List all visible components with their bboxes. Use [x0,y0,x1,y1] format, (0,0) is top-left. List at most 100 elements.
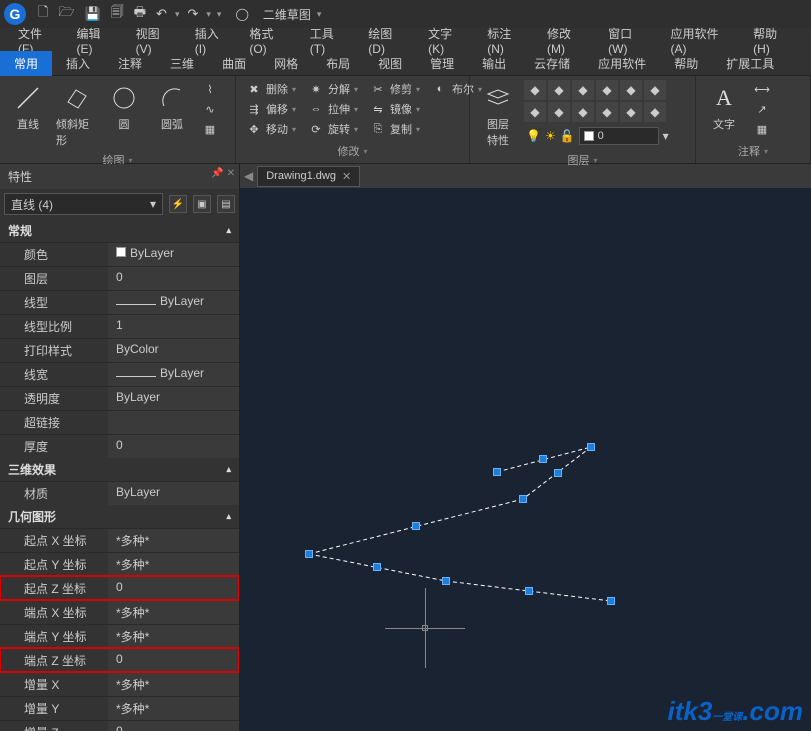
layer-state-1[interactable]: ◆ [524,80,546,100]
grip[interactable] [587,443,595,451]
ribbon-tab-12[interactable]: 帮助 [660,51,712,76]
redo-icon[interactable]: ↷ [185,6,200,22]
modify-旋转[interactable]: ⟳旋转 ▾ [304,120,362,138]
section-三维效果[interactable]: 三维效果▴ [0,458,239,481]
layer-state-10[interactable]: ◆ [596,102,618,122]
table-button[interactable]: ▦ [750,120,774,138]
document-tab[interactable]: Drawing1.dwg ✕ [257,166,360,187]
undo-arrow[interactable]: ▾ [175,9,180,20]
modify-expand-icon[interactable]: ▾ [363,147,367,156]
layer-combo-arrow[interactable]: ▾ [663,129,669,143]
modify-拉伸[interactable]: ⇔拉伸 ▾ [304,100,362,118]
prop-透明度[interactable]: 透明度ByLayer [0,386,239,410]
save-icon[interactable]: 💾 [83,6,103,22]
grip[interactable] [539,455,547,463]
spline-button[interactable]: ∿ [198,100,222,118]
modify-镜像[interactable]: ⇋镜像 ▾ [366,100,424,118]
drawing-canvas[interactable]: itk3一堂课.com [240,188,811,731]
prop-图层[interactable]: 图层0 [0,266,239,290]
text-button[interactable]: A 文字 [702,80,746,134]
prop-增量 X[interactable]: 增量 X*多种* [0,672,239,696]
ribbon-tab-13[interactable]: 扩展工具 [712,51,788,76]
circle-button[interactable]: 圆 [102,80,146,134]
layer-state-11[interactable]: ◆ [620,102,642,122]
object-type-combo[interactable]: 直线 (4)▾ [4,193,163,215]
prop-颜色[interactable]: 颜色ByLayer [0,242,239,266]
modify-偏移[interactable]: ⇶偏移 ▾ [242,100,300,118]
layer-state-3[interactable]: ◆ [572,80,594,100]
tab-prev-icon[interactable]: ◀ [244,169,253,183]
arc-button[interactable]: 圆弧 [150,80,194,134]
undo-icon[interactable]: ↶ [154,6,169,22]
grip[interactable] [373,563,381,571]
pline-button[interactable]: ⌇ [198,80,222,98]
layer-bulb-icon[interactable]: 💡 [526,129,541,143]
prop-线宽[interactable]: 线宽ByLayer [0,362,239,386]
prop-打印样式[interactable]: 打印样式ByColor [0,338,239,362]
ribbon-tab-7[interactable]: 视图 [364,51,416,76]
prop-增量 Y[interactable]: 增量 Y*多种* [0,696,239,720]
crumb-arrow[interactable]: ▾ [317,9,322,20]
prop-超链接[interactable]: 超链接 [0,410,239,434]
grip[interactable] [554,469,562,477]
prop-起点 Z 坐标[interactable]: 起点 Z 坐标0 [0,576,239,600]
layer-state-12[interactable]: ◆ [644,102,666,122]
layer-state-8[interactable]: ◆ [548,102,570,122]
prop-端点 Z 坐标[interactable]: 端点 Z 坐标0 [0,648,239,672]
pin-icon[interactable]: 📌 ✕ [211,168,235,179]
prop-线型比例[interactable]: 线型比例1 [0,314,239,338]
modify-复制[interactable]: ⎘复制 ▾ [366,120,424,138]
layer-state-4[interactable]: ◆ [596,80,618,100]
prop-起点 Y 坐标[interactable]: 起点 Y 坐标*多种* [0,552,239,576]
ribbon-tab-3[interactable]: 三维 [156,51,208,76]
layer-state-5[interactable]: ◆ [620,80,642,100]
prop-线型[interactable]: 线型ByLayer [0,290,239,314]
redo-arrow[interactable]: ▾ [206,9,211,20]
prop-厚度[interactable]: 厚度0 [0,434,239,458]
ribbon-tab-11[interactable]: 应用软件 [584,51,660,76]
ribbon-tab-10[interactable]: 云存储 [520,51,584,76]
grip[interactable] [525,587,533,595]
grip[interactable] [493,468,501,476]
layer-state-7[interactable]: ◆ [524,102,546,122]
rect-button[interactable]: 倾斜矩形 [54,80,98,150]
ribbon-tab-1[interactable]: 插入 [52,51,104,76]
grip[interactable] [305,550,313,558]
layer-state-2[interactable]: ◆ [548,80,570,100]
prop-起点 X 坐标[interactable]: 起点 X 坐标*多种* [0,528,239,552]
ribbon-tab-8[interactable]: 管理 [416,51,468,76]
grip[interactable] [607,597,615,605]
prop-材质[interactable]: 材质ByLayer [0,481,239,505]
modify-删除[interactable]: ✖删除 ▾ [242,80,300,98]
grip[interactable] [442,577,450,585]
match-button[interactable]: ▤ [217,195,235,213]
qat-arrow[interactable]: ▾ [217,9,222,20]
ribbon-tab-9[interactable]: 输出 [468,51,520,76]
grip[interactable] [412,522,420,530]
layer-expand-icon[interactable]: ▾ [593,156,597,165]
layer-state-6[interactable]: ◆ [644,80,666,100]
prop-端点 X 坐标[interactable]: 端点 X 坐标*多种* [0,600,239,624]
modify-移动[interactable]: ✥移动 ▾ [242,120,300,138]
section-常规[interactable]: 常规▴ [0,219,239,242]
hatch-button[interactable]: ▦ [198,120,222,138]
grip[interactable] [519,495,527,503]
annotate-expand-icon[interactable]: ▾ [764,147,768,156]
ribbon-tab-2[interactable]: 注释 [104,51,156,76]
prop-端点 Y 坐标[interactable]: 端点 Y 坐标*多种* [0,624,239,648]
modify-修剪[interactable]: ✂修剪 ▾ [366,80,424,98]
layer-lock-icon[interactable]: 🔓 [560,129,575,143]
modify-分解[interactable]: ✷分解 ▾ [304,80,362,98]
layer-state-9[interactable]: ◆ [572,102,594,122]
select-similar-button[interactable]: ▣ [193,195,211,213]
quick-select-button[interactable]: ⚡ [169,195,187,213]
ribbon-tab-0[interactable]: 常用 [0,51,52,76]
line-button[interactable]: 直线 [6,80,50,134]
ribbon-tab-4[interactable]: 曲面 [208,51,260,76]
layer-properties-button[interactable]: 图层 特性 [476,80,520,150]
dim-linear-button[interactable]: ⟷ [750,80,774,98]
ribbon-tab-5[interactable]: 网格 [260,51,312,76]
prop-增量 Z[interactable]: 增量 Z0 [0,720,239,731]
ribbon-tab-6[interactable]: 布局 [312,51,364,76]
section-几何图形[interactable]: 几何图形▴ [0,505,239,528]
